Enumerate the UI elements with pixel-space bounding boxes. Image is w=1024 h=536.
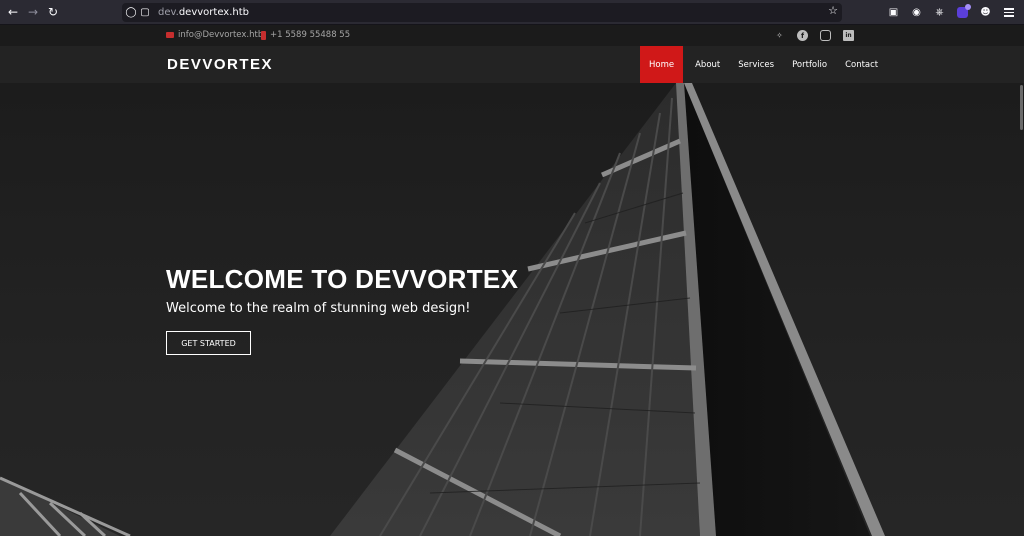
get-started-button[interactable]: GET STARTED — [166, 331, 251, 355]
site-header: DEVVORTEX Home About Services Portfolio … — [0, 46, 1024, 83]
browser-toolbar: ← → ↻ ◯ ▢ dev.devvortex.htb ☆ ▣ ◉ ⎈ ☻ — [0, 0, 1024, 25]
phone-text: +1 5589 55488 55 — [270, 30, 351, 40]
email-text: info@Devvortex.htb — [178, 30, 264, 40]
nav-portfolio[interactable]: Portfolio — [783, 46, 836, 83]
webpage: info@Devvortex.htb +1 5589 55488 55 ✧ f … — [0, 25, 1024, 536]
building-background-image — [0, 83, 885, 536]
forward-arrow-icon[interactable]: → — [23, 2, 43, 22]
menu-icon[interactable] — [999, 3, 1018, 22]
social-links: ✧ f in — [774, 30, 854, 41]
hero-title: WELCOME TO DEVVORTEX — [166, 264, 519, 294]
main-nav: Home About Services Portfolio Contact — [640, 46, 887, 83]
phone-icon — [261, 30, 266, 40]
nav-contact[interactable]: Contact — [836, 46, 887, 83]
nav-home[interactable]: Home — [640, 46, 684, 83]
pocket-icon[interactable]: ▣ — [884, 3, 903, 22]
hero-subtitle: Welcome to the realm of stunning web des… — [166, 301, 471, 316]
url-bar[interactable]: ◯ ▢ dev.devvortex.htb ☆ — [122, 3, 842, 22]
extensions-icon[interactable]: ⎈ — [930, 3, 949, 22]
linkedin-icon[interactable]: in — [843, 30, 854, 41]
url-text[interactable]: dev.devvortex.htb — [158, 7, 249, 18]
toolbar-right: ▣ ◉ ⎈ ☻ — [884, 3, 1018, 22]
lock-icon[interactable]: ▢ — [136, 4, 154, 22]
site-logo[interactable]: DEVVORTEX — [167, 56, 273, 73]
account-icon[interactable]: ◉ — [907, 3, 926, 22]
bookmark-star-icon[interactable]: ☆ — [828, 4, 838, 17]
url-host-prefix: dev. — [158, 7, 179, 18]
email-contact[interactable]: info@Devvortex.htb — [166, 30, 263, 40]
ublock-icon[interactable] — [953, 3, 972, 22]
nav-about[interactable]: About — [686, 46, 729, 83]
facebook-icon[interactable]: f — [797, 30, 808, 41]
envelope-icon — [166, 32, 174, 38]
twitter-icon[interactable]: ✧ — [774, 30, 785, 41]
nav-services[interactable]: Services — [729, 46, 783, 83]
phone-contact: +1 5589 55488 55 — [261, 30, 350, 40]
reload-icon[interactable]: ↻ — [43, 2, 63, 22]
scrollbar[interactable] — [1020, 83, 1024, 536]
scrollbar-thumb[interactable] — [1020, 85, 1023, 130]
instagram-icon[interactable] — [820, 30, 831, 41]
contact-topbar: info@Devvortex.htb +1 5589 55488 55 ✧ f … — [0, 25, 1024, 46]
panda-icon[interactable]: ☻ — [976, 3, 995, 22]
hero-section: WELCOME TO DEVVORTEX Welcome to the real… — [0, 83, 1024, 536]
url-host-main: devvortex.htb — [178, 7, 249, 18]
back-arrow-icon[interactable]: ← — [3, 2, 23, 22]
